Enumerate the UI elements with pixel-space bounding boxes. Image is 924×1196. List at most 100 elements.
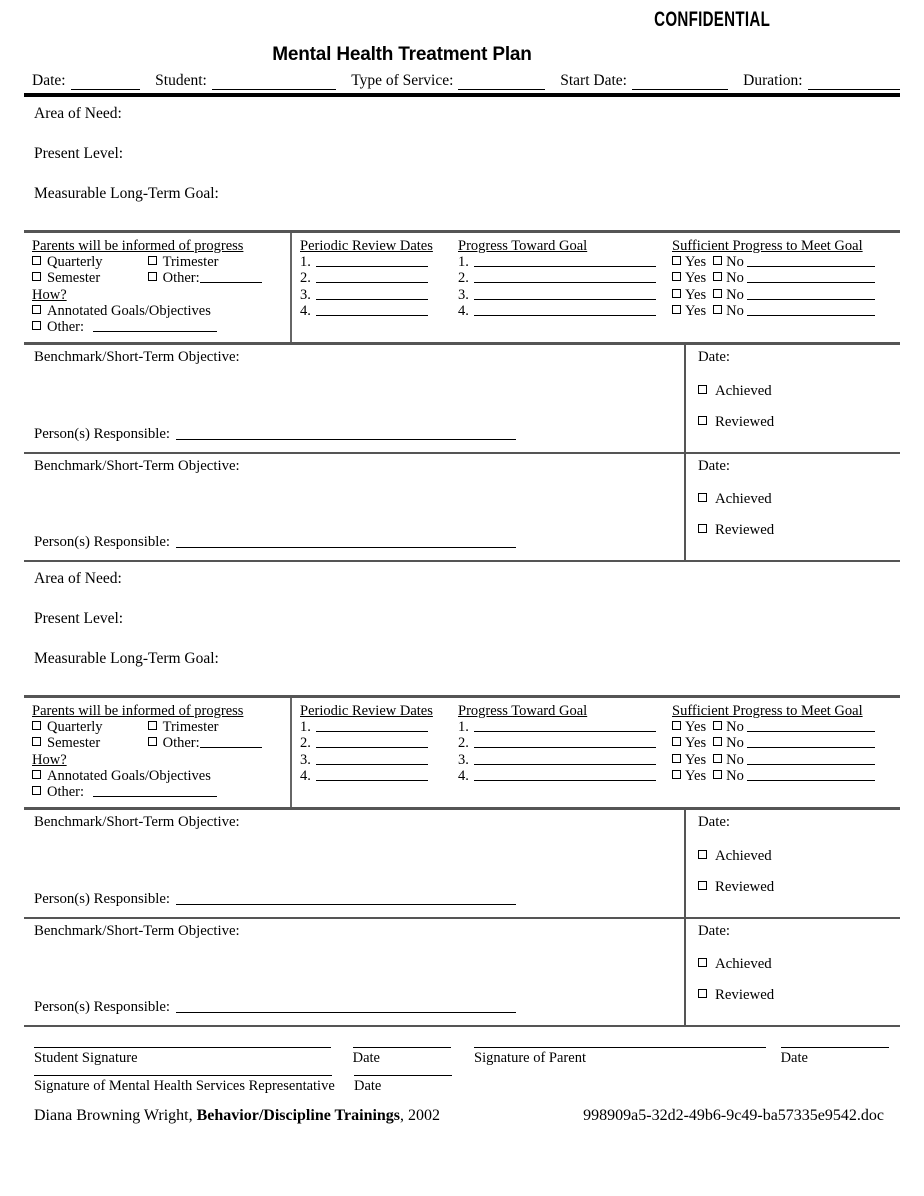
label-reviewed-1: Reviewed xyxy=(715,413,775,430)
student-date-field[interactable]: Date xyxy=(352,1047,472,1069)
checkbox-yes-2-1[interactable] xyxy=(672,721,681,731)
page-footer: Diana Browning Wright, Behavior/Discipli… xyxy=(34,1107,900,1125)
benchmark-reviewed-1: Reviewed xyxy=(698,413,900,430)
checkbox-no-2-2[interactable] xyxy=(713,737,723,747)
periodic-review-input-1-3[interactable] xyxy=(316,288,428,300)
periodic-review-input-1-2[interactable] xyxy=(316,271,428,284)
checkbox-quarterly-1[interactable] xyxy=(32,256,41,266)
other-frequency-input-1[interactable] xyxy=(199,271,262,284)
checkbox-quarterly-2[interactable] xyxy=(32,721,41,731)
checkbox-how-other-1[interactable] xyxy=(32,321,41,331)
periodic-review-input-1-1[interactable] xyxy=(316,255,428,268)
checkbox-reviewed-1[interactable] xyxy=(698,415,707,425)
person-responsible-input-3[interactable] xyxy=(176,892,517,906)
progress-input-1-4[interactable] xyxy=(474,304,656,316)
progress-input-2-1[interactable] xyxy=(474,720,656,733)
review-table-1: Parents will be informed of progress Qua… xyxy=(24,230,900,346)
benchmark-objective-input-3[interactable] xyxy=(34,830,684,892)
footer-filename: 998909a5-32d2-49b6-9c49-ba57335e9542.doc xyxy=(583,1107,884,1125)
how-other-input-1[interactable] xyxy=(92,320,217,333)
other-frequency-input-2[interactable] xyxy=(199,736,262,749)
checkbox-yes-2-4[interactable] xyxy=(672,769,681,779)
benchmark-objective-input-4[interactable] xyxy=(34,938,684,1000)
checkbox-achieved-1[interactable] xyxy=(698,385,707,395)
type-of-service-input[interactable] xyxy=(458,76,545,90)
checkbox-no-1-1[interactable] xyxy=(713,256,723,266)
checkbox-no-2-3[interactable] xyxy=(713,753,723,763)
benchmark-row-2: Benchmark/Short-Term Objective: Person(s… xyxy=(24,453,900,562)
date-input[interactable] xyxy=(70,76,140,90)
checkbox-achieved-3[interactable] xyxy=(698,850,707,860)
checkbox-annotated-goals-2[interactable] xyxy=(32,769,41,779)
progress-row-1-4: 4. xyxy=(458,303,658,319)
periodic-review-heading-2: Periodic Review Dates xyxy=(300,703,433,719)
checkbox-annotated-goals-1[interactable] xyxy=(32,304,41,314)
duration-input[interactable] xyxy=(807,76,900,90)
checkbox-yes-2-2[interactable] xyxy=(672,737,681,747)
student-input[interactable] xyxy=(211,76,336,90)
benchmark-objective-input-1[interactable] xyxy=(34,365,684,427)
person-responsible-input-1[interactable] xyxy=(176,427,517,441)
checkbox-achieved-2[interactable] xyxy=(698,493,707,503)
person-responsible-label-2: Person(s) Responsible: xyxy=(34,534,171,551)
sufficient-input-2-3[interactable] xyxy=(746,753,875,765)
periodic-review-input-2-1[interactable] xyxy=(316,720,428,733)
sufficient-input-1-3[interactable] xyxy=(746,288,875,300)
periodic-review-input-2-3[interactable] xyxy=(316,753,428,765)
sufficient-row-1-3: Yes No xyxy=(672,287,894,303)
benchmark-achieved-4: Achieved xyxy=(698,957,900,972)
checkbox-other-frequency-2[interactable] xyxy=(147,737,157,747)
how-option-row-1a: Annotated Goals/Objectives xyxy=(32,303,284,319)
checkbox-reviewed-4[interactable] xyxy=(698,989,707,999)
checkbox-reviewed-3[interactable] xyxy=(698,880,707,890)
sufficient-input-1-2[interactable] xyxy=(746,271,875,284)
checkbox-no-2-1[interactable] xyxy=(713,721,723,731)
checkbox-yes-1-4[interactable] xyxy=(672,304,681,314)
how-other-input-2[interactable] xyxy=(92,785,217,798)
parent-signature-field[interactable]: Signature of Parent xyxy=(474,1047,781,1069)
checkbox-trimester-2[interactable] xyxy=(147,721,157,731)
checkbox-how-other-2[interactable] xyxy=(32,786,41,796)
start-date-label: Start Date: xyxy=(560,72,627,89)
progress-input-2-4[interactable] xyxy=(474,769,656,781)
checkbox-yes-1-2[interactable] xyxy=(672,272,681,282)
progress-input-1-2[interactable] xyxy=(474,271,656,284)
periodic-review-input-2-2[interactable] xyxy=(316,736,428,749)
person-responsible-input-2[interactable] xyxy=(176,535,517,549)
progress-input-1-3[interactable] xyxy=(474,288,656,300)
footer-author: Diana Browning Wright, xyxy=(34,1107,197,1125)
checkbox-no-1-4[interactable] xyxy=(713,304,723,314)
checkbox-no-2-4[interactable] xyxy=(713,769,723,779)
periodic-review-row-1-1: 1. xyxy=(300,254,444,270)
student-signature-field[interactable]: Student Signature xyxy=(34,1047,331,1069)
checkbox-yes-1-3[interactable] xyxy=(672,288,681,298)
start-date-input[interactable] xyxy=(631,76,728,90)
benchmark-objective-input-2[interactable] xyxy=(34,473,684,535)
checkbox-no-1-3[interactable] xyxy=(713,288,723,298)
periodic-review-input-2-4[interactable] xyxy=(316,769,428,781)
sufficient-input-1-4[interactable] xyxy=(746,304,875,316)
checkbox-achieved-4[interactable] xyxy=(698,958,707,968)
periodic-review-input-1-4[interactable] xyxy=(316,304,428,316)
checkbox-semester-2[interactable] xyxy=(32,737,41,747)
sufficient-input-2-1[interactable] xyxy=(746,720,875,733)
checkbox-no-1-2[interactable] xyxy=(713,272,723,282)
checkbox-semester-1[interactable] xyxy=(32,272,41,282)
sufficient-input-2-4[interactable] xyxy=(746,769,875,781)
person-responsible-input-4[interactable] xyxy=(176,1000,517,1014)
checkbox-other-frequency-1[interactable] xyxy=(147,272,157,282)
progress-input-1-1[interactable] xyxy=(474,255,656,268)
sufficient-input-1-1[interactable] xyxy=(746,255,875,268)
checkbox-reviewed-2[interactable] xyxy=(698,524,707,534)
representative-date-field[interactable]: Date xyxy=(354,1075,474,1097)
student-date-caption: Date xyxy=(352,1050,380,1066)
representative-signature-field[interactable]: Signature of Mental Health Services Repr… xyxy=(34,1075,335,1097)
label-quarterly-2: Quarterly xyxy=(47,719,103,736)
parent-date-field[interactable]: Date xyxy=(780,1047,900,1069)
checkbox-yes-2-3[interactable] xyxy=(672,753,681,763)
sufficient-input-2-2[interactable] xyxy=(746,736,875,749)
progress-input-2-3[interactable] xyxy=(474,753,656,765)
progress-input-2-2[interactable] xyxy=(474,736,656,749)
checkbox-yes-1-1[interactable] xyxy=(672,256,681,266)
checkbox-trimester-1[interactable] xyxy=(147,256,157,266)
